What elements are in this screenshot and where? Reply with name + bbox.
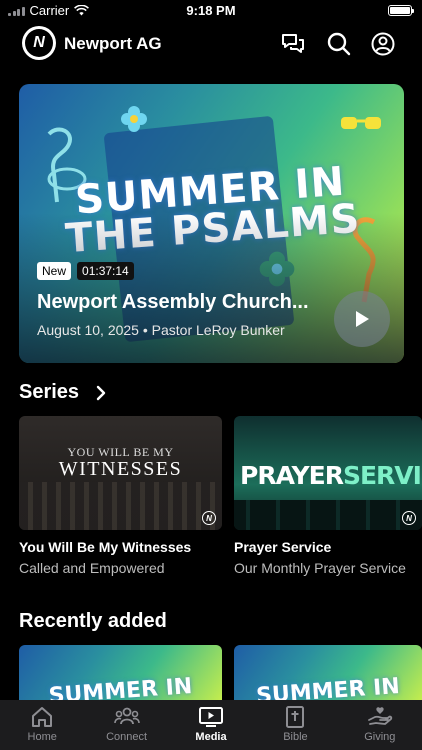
tab-label: Home (27, 731, 57, 743)
crowd-artwork (19, 482, 222, 530)
new-badge: New (37, 262, 72, 280)
hero-title: Newport Assembly Church... (37, 291, 309, 313)
tab-label: Giving (364, 731, 396, 743)
series-art-big-text: WITNESSES (58, 458, 183, 480)
sunglasses-icon (341, 117, 381, 129)
series-card-title: You Will Be My Witnesses (19, 539, 192, 555)
tab-connect[interactable]: Connect (84, 700, 168, 750)
app-title: Newport AG (64, 34, 162, 53)
featured-sermon-card[interactable]: SUMMER IN THE PSALMS New 01:37:14 Newpor… (19, 84, 404, 363)
tab-media[interactable]: Media (169, 700, 253, 750)
series-art-text-b: SERVICE (342, 461, 422, 490)
giving-icon (367, 707, 392, 725)
tab-bible[interactable]: Bible (253, 700, 337, 750)
search-icon (327, 32, 351, 56)
people-icon (113, 707, 140, 725)
series-card-title: Prayer Service (234, 539, 332, 555)
recent-item-card[interactable]: SUMMER IN (234, 645, 422, 705)
logo-letter: N (25, 29, 53, 57)
search-button[interactable] (326, 31, 352, 57)
hero-badges: New 01:37:14 (37, 262, 134, 280)
battery-icon (388, 5, 414, 16)
recent-item-card[interactable]: SUMMER IN (19, 645, 222, 705)
tab-label: Media (195, 731, 227, 743)
watermark-logo-icon: N (402, 511, 416, 525)
chevron-right-icon[interactable] (95, 385, 107, 401)
play-button[interactable] (334, 291, 390, 347)
status-time: 9:18 PM (186, 3, 236, 18)
bible-icon (286, 706, 305, 728)
status-bar: Carrier 9:18 PM (0, 0, 422, 22)
profile-icon (371, 32, 395, 56)
series-card-witnesses[interactable]: YOU WILL BE MY WITNESSES N (19, 416, 222, 530)
series-card-subtitle: Called and Empowered (19, 560, 165, 576)
recently-added-heading: Recently added (19, 610, 167, 632)
tab-home[interactable]: Home (0, 700, 84, 750)
app-header: N Newport AG (0, 26, 422, 62)
watermark-logo-icon: N (202, 511, 216, 525)
flower-icon (121, 106, 147, 132)
profile-button[interactable] (370, 31, 396, 57)
series-card-subtitle: Our Monthly Prayer Service (234, 560, 406, 576)
hero-subtitle: August 10, 2025 • Pastor LeRoy Bunker (37, 322, 285, 338)
tab-label: Connect (106, 731, 148, 743)
tab-label: Bible (283, 731, 308, 743)
skyline-artwork (234, 500, 422, 530)
chat-button[interactable] (280, 31, 306, 57)
series-card-prayer[interactable]: PRAYERSERVICE N (234, 416, 422, 530)
chat-icon (282, 34, 304, 53)
series-heading[interactable]: Series (19, 381, 79, 404)
bottom-tab-bar: Home Connect Media Bible Giving (0, 700, 422, 750)
church-logo[interactable]: N (22, 26, 56, 60)
series-art-text: PRAYERSERVICE (240, 461, 422, 490)
duration-badge: 01:37:14 (77, 262, 134, 280)
home-icon (32, 707, 53, 727)
tab-giving[interactable]: Giving (338, 700, 422, 750)
media-icon (199, 707, 224, 727)
series-art-text-a: PRAYER (240, 461, 344, 490)
play-icon (356, 311, 369, 327)
